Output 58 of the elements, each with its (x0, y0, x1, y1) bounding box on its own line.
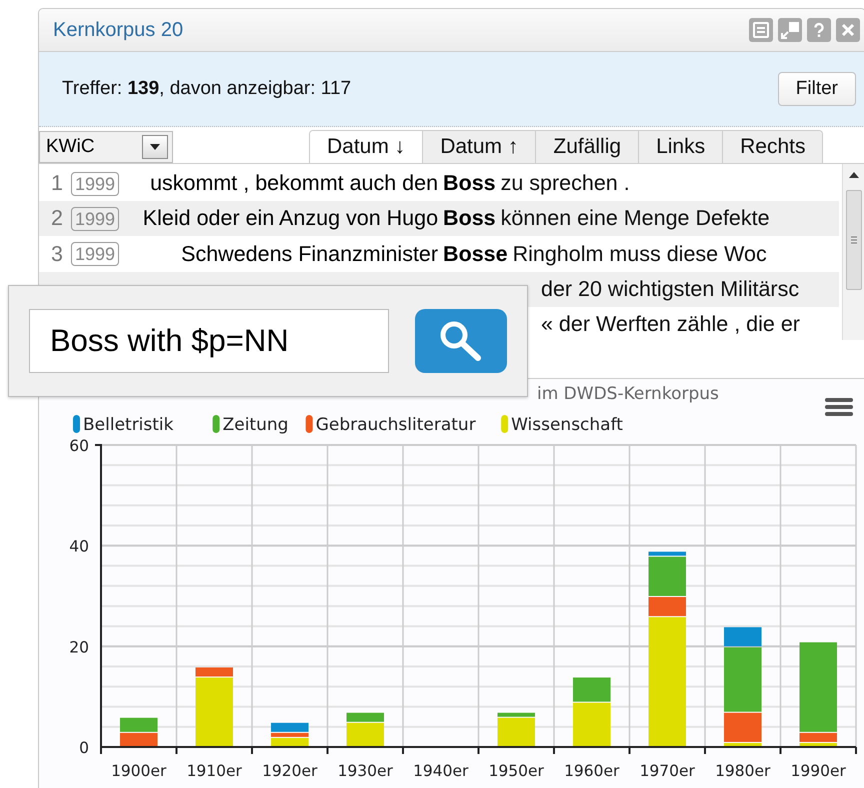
y-axis-label: 40 (69, 538, 89, 556)
y-axis-label: 60 (69, 437, 89, 455)
chart-title: im DWDS-Kernkorpus (537, 384, 719, 404)
hit-count-text: Treffer: 139, davon anzeigbar: 117 (62, 78, 352, 100)
keyword: Boss (443, 171, 496, 196)
x-axis-label: 1940er (413, 762, 468, 780)
save-button[interactable] (749, 18, 773, 42)
left-context: Schwedens Finanzminister (181, 242, 438, 266)
y-axis-label: 20 (69, 638, 89, 656)
keyword: Boss (443, 206, 496, 232)
close-button[interactable] (836, 18, 860, 42)
view-dropdown[interactable]: KWiC (39, 131, 173, 163)
left-context: Kleid oder ein Anzug von Hugo (142, 206, 438, 232)
search-button[interactable] (415, 309, 507, 373)
line-number: 3 (50, 242, 63, 266)
help-button[interactable] (807, 18, 831, 42)
x-axis-label: 1920er (262, 762, 318, 780)
right-context: « der Werften zähle , die er (541, 312, 800, 337)
search-field[interactable]: Boss with $p=NN (29, 309, 389, 373)
right-context: Ringholm muss diese Woc (512, 242, 767, 266)
x-axis-label: 1980er (715, 762, 770, 780)
keyword: Bosse (443, 242, 508, 266)
year-badge: 1999 (71, 242, 120, 266)
line-number: 2 (50, 206, 63, 232)
filter-button[interactable]: Filter (778, 72, 856, 106)
year-badge: 1999 (71, 172, 120, 196)
left-context: uskommt , bekommt auch den (150, 171, 438, 196)
scrollbar[interactable] (842, 164, 864, 340)
right-context: können eine Menge Defekte (500, 206, 770, 232)
x-axis-label: 1960er (564, 762, 620, 780)
sort-tab[interactable]: Rechts (722, 131, 822, 163)
x-axis-label: 1950er (488, 762, 544, 780)
legend-item[interactable]: Gebrauchsliteratur (306, 415, 476, 435)
menu-icon[interactable] (825, 398, 853, 416)
x-axis-label: 1970er (640, 762, 695, 780)
resize-icon (780, 20, 800, 40)
sort-tab[interactable]: Zufällig (535, 131, 638, 163)
legend-item[interactable]: Zeitung (212, 415, 288, 435)
y-axis-label: 0 (79, 739, 89, 757)
x-axis-label: 1990er (790, 762, 846, 780)
legend-item[interactable]: Belletristik (73, 415, 174, 435)
x-axis-label: 1910er (186, 762, 242, 780)
save-icon (751, 20, 771, 40)
window-title: Kernkorpus 20 (53, 18, 184, 42)
resize-button[interactable] (778, 18, 802, 42)
right-context: der 20 wichtigsten Militärsc (541, 276, 800, 302)
bar-segment (120, 732, 158, 747)
sort-tab[interactable]: Links (638, 131, 722, 163)
right-context: zu sprechen . (500, 171, 630, 196)
scroll-up-icon[interactable] (849, 172, 859, 178)
legend-item[interactable]: Wissenschaft (501, 415, 623, 435)
sort-tab[interactable]: Datum ↑ (422, 131, 536, 163)
search-icon (438, 320, 484, 362)
x-axis-label: 1930er (338, 762, 393, 780)
year-badge: 1999 (71, 206, 120, 231)
bar-segment (120, 718, 158, 732)
line-number: 1 (50, 171, 63, 196)
x-axis-label: 1900er (111, 762, 166, 780)
